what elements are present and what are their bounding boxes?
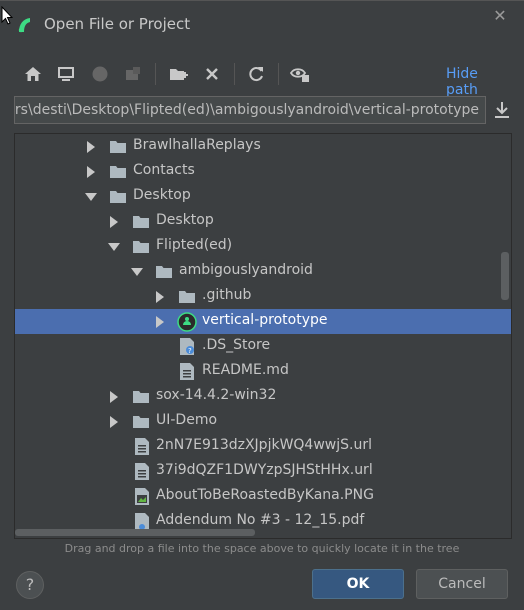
- tree-row-label: UI-Demo: [156, 412, 218, 428]
- folder-icon: [133, 241, 149, 253]
- delete-icon[interactable]: [201, 63, 223, 85]
- module-icon[interactable]: [122, 63, 144, 85]
- tree-row-label: 2nN7E913dzXJpjkWQ4wwjS.url: [156, 437, 372, 453]
- vertical-scrollbar[interactable]: [501, 252, 509, 300]
- window-title: Open File or Project: [44, 15, 191, 33]
- tree-row-label: README.md: [202, 362, 289, 378]
- tree-row[interactable]: Contacts: [15, 159, 511, 184]
- hide-path-link[interactable]: Hide path: [446, 66, 514, 98]
- tree-row[interactable]: 37i9dQZF1DWYzpSJHStHHx.url: [15, 459, 511, 484]
- expand-arrow-icon[interactable]: [110, 391, 118, 403]
- folder-icon: [179, 291, 195, 303]
- tree-row[interactable]: UI-Demo: [15, 409, 511, 434]
- text-file-icon: [135, 438, 149, 455]
- tree-row-label: 37i9dQZF1DWYzpSJHStHHx.url: [156, 462, 373, 478]
- toolbar-separator: [278, 63, 279, 85]
- tree-row-label: sox-14.4.2-win32: [156, 387, 277, 403]
- expand-arrow-icon[interactable]: [110, 216, 118, 228]
- expand-arrow-icon[interactable]: [156, 316, 164, 328]
- tree-row-label: Addendum No #3 - 12_15.pdf: [156, 512, 365, 528]
- tree-row[interactable]: Desktop: [15, 209, 511, 234]
- folder-icon: [133, 216, 149, 228]
- text-file-icon: [135, 463, 149, 480]
- collapse-arrow-icon[interactable]: [108, 243, 120, 251]
- collapse-arrow-icon[interactable]: [131, 268, 143, 276]
- ok-button[interactable]: OK: [312, 569, 404, 599]
- file-tree[interactable]: BrawlhallaReplays Contacts Desktop Deskt…: [14, 133, 512, 539]
- tree-row-label: .github: [202, 287, 252, 303]
- tree-row[interactable]: README.md: [15, 359, 511, 384]
- folder-icon: [133, 416, 149, 428]
- show-hidden-icon[interactable]: [289, 63, 311, 85]
- pdf-file-icon: [135, 513, 149, 530]
- path-input[interactable]: [15, 100, 479, 120]
- path-field[interactable]: [14, 96, 486, 124]
- tree-row[interactable]: 2nN7E913dzXJpjkWQ4wwjS.url: [15, 434, 511, 459]
- image-file-icon: [135, 488, 149, 505]
- tree-row-label: BrawlhallaReplays: [133, 137, 261, 153]
- toolbar-separator: [155, 63, 156, 85]
- tree-row-label: AboutToBeRoastedByKana.PNG: [156, 487, 374, 503]
- tree-row[interactable]: ? .DS_Store: [15, 334, 511, 359]
- open-file-dialog: Open File or Project ✕ Hide path C:\User…: [0, 0, 524, 610]
- tree-row[interactable]: Flipted(ed): [15, 234, 511, 259]
- tree-row[interactable]: Desktop: [15, 184, 511, 209]
- folder-icon: [110, 166, 126, 178]
- svg-text:?: ?: [188, 347, 192, 355]
- tree-row-label: Contacts: [133, 162, 195, 178]
- close-icon[interactable]: ✕: [491, 7, 509, 25]
- refresh-icon[interactable]: [245, 63, 267, 85]
- horizontal-scrollbar[interactable]: [15, 529, 255, 536]
- tree-row[interactable]: ambigouslyandroid: [15, 259, 511, 284]
- tree-row-label: vertical-prototype: [202, 312, 328, 328]
- unknown-file-icon: ?: [180, 338, 194, 355]
- tree-row-selected[interactable]: vertical-prototype: [15, 309, 511, 334]
- tree-row-label: ambigouslyandroid: [179, 262, 313, 278]
- expand-arrow-icon[interactable]: [110, 416, 118, 428]
- tree-row-label: Desktop: [156, 212, 214, 228]
- new-folder-icon[interactable]: [168, 63, 190, 85]
- folder-icon: [110, 141, 126, 153]
- home-icon[interactable]: [22, 63, 44, 85]
- tree-row-label: Desktop: [133, 187, 191, 203]
- cancel-button[interactable]: Cancel: [416, 569, 508, 599]
- toolbar-separator: [234, 63, 235, 85]
- drag-drop-hint: Drag and drop a file into the space abov…: [64, 542, 460, 555]
- folder-icon: [110, 191, 126, 203]
- tree-row[interactable]: sox-14.4.2-win32: [15, 384, 511, 409]
- help-button[interactable]: ?: [16, 571, 44, 599]
- download-icon[interactable]: [492, 100, 512, 120]
- folder-icon: [133, 391, 149, 403]
- toolbar: Hide path: [14, 59, 514, 98]
- android-project-icon: [177, 312, 197, 332]
- tree-row[interactable]: AboutToBeRoastedByKana.PNG: [15, 484, 511, 509]
- expand-arrow-icon[interactable]: [87, 141, 95, 153]
- project-icon[interactable]: [89, 63, 111, 85]
- expand-arrow-icon[interactable]: [87, 166, 95, 178]
- tree-row[interactable]: .github: [15, 284, 511, 309]
- tree-row-label: .DS_Store: [202, 337, 271, 353]
- collapse-arrow-icon[interactable]: [85, 193, 97, 201]
- text-file-icon: [180, 363, 194, 380]
- title-bar: Open File or Project ✕: [0, 1, 524, 47]
- tree-row[interactable]: BrawlhallaReplays: [15, 134, 511, 159]
- expand-arrow-icon[interactable]: [156, 291, 164, 303]
- tree-row-label: Flipted(ed): [156, 237, 233, 253]
- desktop-icon[interactable]: [55, 63, 77, 85]
- app-logo-icon: [18, 18, 30, 33]
- folder-icon: [156, 266, 172, 278]
